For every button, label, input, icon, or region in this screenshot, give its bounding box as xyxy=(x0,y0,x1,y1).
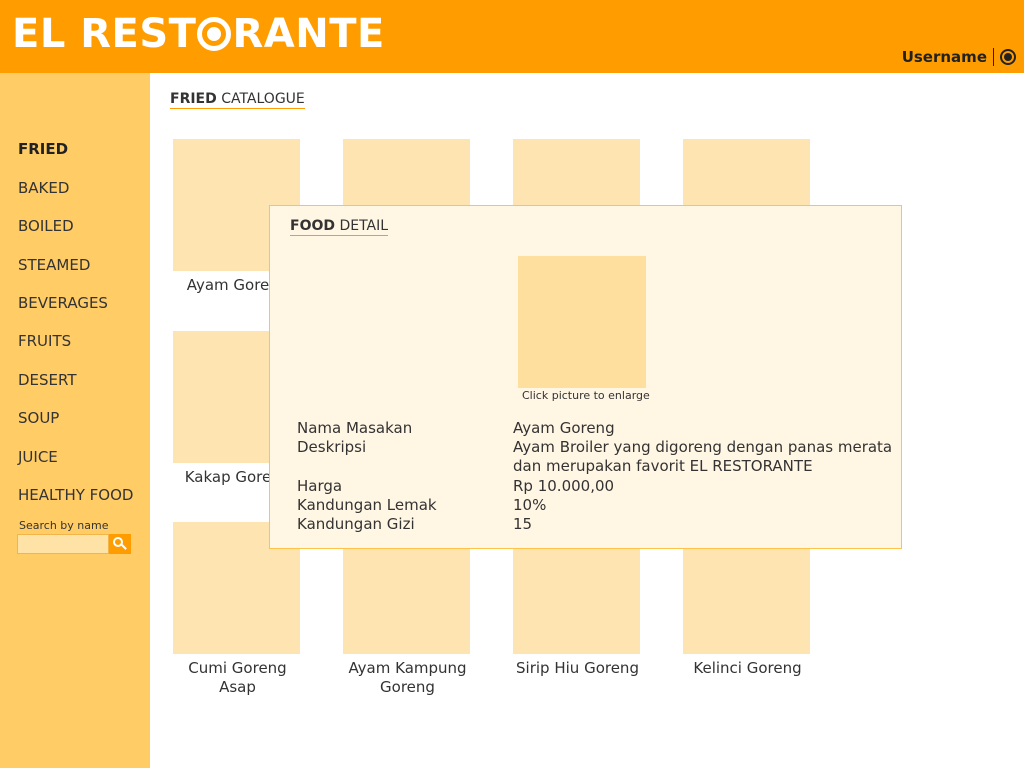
food-detail-title-bold: FOOD xyxy=(290,218,335,234)
sidebar-item-soup[interactable]: SOUP xyxy=(18,409,59,427)
detail-value-lemak: 10% xyxy=(513,496,547,514)
search-icon-handle xyxy=(121,544,127,550)
app-header: EL REST RANTE Username xyxy=(0,0,1024,73)
user-menu[interactable]: Username xyxy=(902,48,1016,66)
sidebar-item-baked[interactable]: BAKED xyxy=(18,179,69,197)
sidebar-item-beverages[interactable]: BEVERAGES xyxy=(18,294,108,312)
catalogue-title-rest: CATALOGUE xyxy=(216,91,305,107)
sidebar: FRIED BAKED BOILED STEAMED BEVERAGES FRU… xyxy=(0,73,150,768)
sidebar-item-boiled[interactable]: BOILED xyxy=(18,217,74,235)
logo-text-start: EL REST xyxy=(12,11,197,57)
logo-o-icon xyxy=(197,17,232,51)
username-label[interactable]: Username xyxy=(902,48,987,66)
food-detail-title: FOOD DETAIL xyxy=(290,218,389,236)
sidebar-item-steamed[interactable]: STEAMED xyxy=(18,256,90,274)
search-label: Search by name xyxy=(19,519,109,532)
food-name: Cumi Goreng Asap xyxy=(188,659,287,696)
detail-label-lemak: Kandungan Lemak xyxy=(297,496,437,514)
food-detail-picture[interactable] xyxy=(518,256,646,388)
food-name: Ayam Kampung Goreng xyxy=(348,659,467,696)
sidebar-item-juice[interactable]: JUICE xyxy=(18,448,58,466)
food-detail-dialog: FOOD DETAIL Click picture to enlarge Nam… xyxy=(269,205,902,549)
detail-value-deskripsi: Ayam Broiler yang digoreng dengan panas … xyxy=(513,438,893,475)
detail-label-deskripsi: Deskripsi xyxy=(297,438,367,456)
food-name: Sirip Hiu Goreng xyxy=(516,659,639,677)
food-detail-title-rest: DETAIL xyxy=(335,218,389,234)
sidebar-item-fruits[interactable]: FRUITS xyxy=(18,332,71,350)
sidebar-item-desert[interactable]: DESERT xyxy=(18,371,77,389)
food-name: Kelinci Goreng xyxy=(693,659,802,677)
catalogue-title-bold: FRIED xyxy=(170,91,217,107)
detail-value-gizi: 15 xyxy=(513,515,533,533)
enlarge-hint: Click picture to enlarge xyxy=(522,389,650,402)
sidebar-item-healthy-food[interactable]: HEALTHY FOOD xyxy=(18,486,133,504)
detail-label-harga: Harga xyxy=(297,477,343,495)
catalogue-title: FRIED CATALOGUE xyxy=(170,91,305,109)
user-divider xyxy=(993,48,994,66)
search-input[interactable] xyxy=(17,534,109,554)
detail-label-nama: Nama Masakan xyxy=(297,419,413,437)
app-logo[interactable]: EL REST RANTE xyxy=(12,14,385,54)
detail-value-nama: Ayam Goreng xyxy=(513,419,615,437)
search-button[interactable] xyxy=(109,534,131,554)
logo-text-end: RANTE xyxy=(232,11,385,57)
sidebar-item-fried[interactable]: FRIED xyxy=(18,140,68,158)
detail-value-harga: Rp 10.000,00 xyxy=(513,477,615,495)
detail-label-gizi: Kandungan Gizi xyxy=(297,515,415,533)
user-avatar-icon[interactable] xyxy=(1000,49,1016,65)
